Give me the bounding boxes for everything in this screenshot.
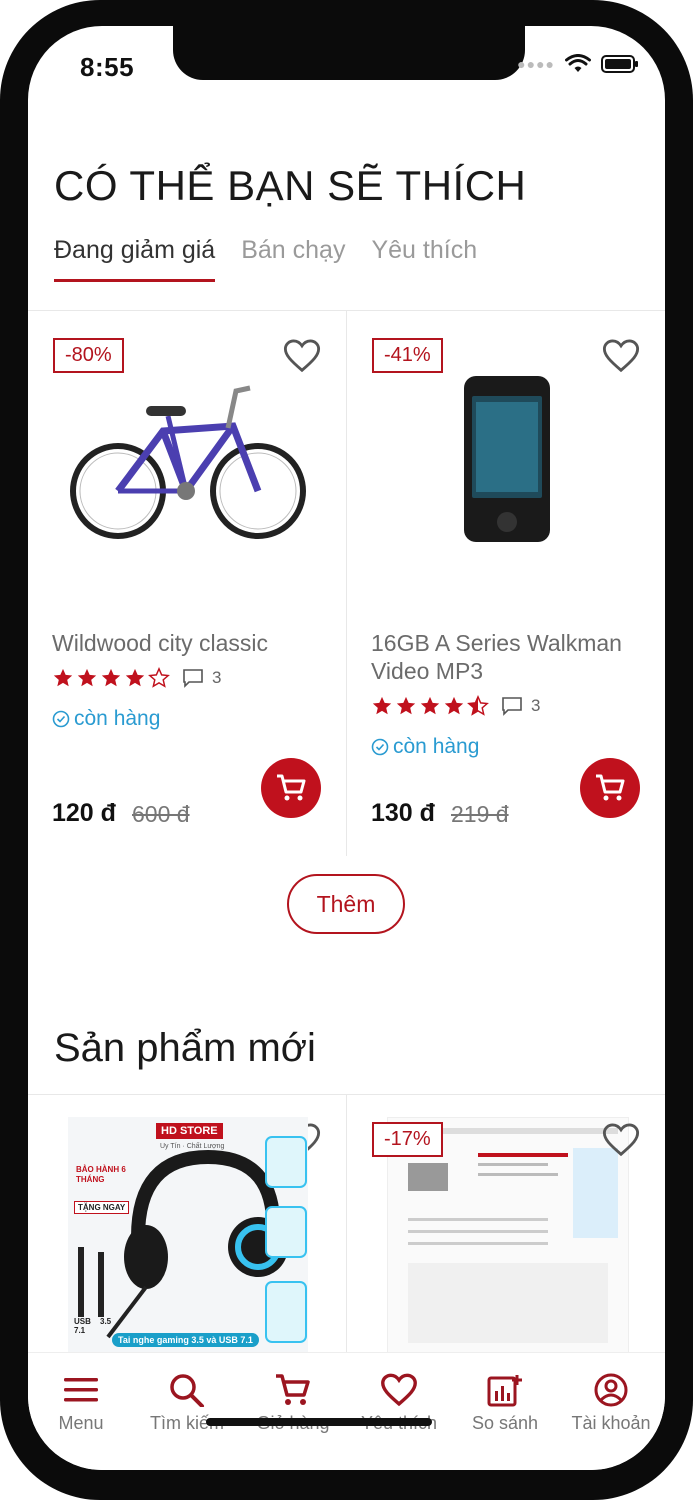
- star-icon: [396, 696, 416, 715]
- rating: 3: [371, 695, 540, 717]
- old-price: 600 đ: [132, 801, 190, 827]
- heart-icon: [381, 1373, 417, 1407]
- product-card[interactable]: -17%: [347, 1095, 665, 1355]
- check-circle-icon: [371, 738, 389, 756]
- usb-label: USB 7.1: [74, 1317, 91, 1335]
- star-half-icon: [467, 695, 489, 716]
- nav-compare[interactable]: So sánh: [452, 1373, 558, 1434]
- section-title: CÓ THỂ BẠN SẼ THÍCH: [54, 162, 527, 209]
- star-icon: [125, 668, 145, 687]
- heart-icon[interactable]: [602, 1122, 640, 1158]
- discount-badge: -17%: [372, 1122, 443, 1157]
- stock-label: còn hàng: [74, 707, 161, 730]
- price: 130 đ: [371, 799, 435, 827]
- heart-icon[interactable]: [283, 338, 321, 374]
- jack-label: 3.5: [100, 1317, 112, 1326]
- app-screen: 8:55 ●●●● CÓ THỂ BẠN SẼ THÍCH Đang giảm …: [28, 26, 665, 1470]
- star-icon: [77, 668, 97, 687]
- nav-label: Tài khoản: [571, 1413, 651, 1433]
- nav-account[interactable]: Tài khoản: [558, 1373, 664, 1434]
- home-indicator[interactable]: [206, 1418, 432, 1426]
- tab-favorites[interactable]: Yêu thích: [371, 236, 477, 282]
- star-icon: [372, 696, 392, 715]
- bicycle-image: [70, 385, 306, 539]
- review-count: 3: [531, 696, 541, 715]
- nav-label: So sánh: [471, 1413, 539, 1433]
- price: 120 đ: [52, 799, 116, 827]
- add-to-cart-button[interactable]: [580, 758, 640, 818]
- stock-status: còn hàng: [52, 707, 160, 731]
- new-products-title: Sản phẩm mới: [54, 1026, 316, 1070]
- star-icon: [53, 668, 73, 687]
- walkman-image: [464, 376, 550, 542]
- star-outline-icon: [148, 667, 170, 688]
- discount-badge: -80%: [53, 338, 124, 373]
- phone-frame: 8:55 ●●●● CÓ THỂ BẠN SẼ THÍCH Đang giảm …: [0, 0, 693, 1500]
- product-card[interactable]: -41% 16GB A Series Walkman Video MP3 3 c…: [347, 311, 665, 856]
- wifi-icon: [565, 54, 591, 72]
- compare-icon: [487, 1375, 522, 1407]
- star-icon: [420, 696, 440, 715]
- check-circle-icon: [52, 710, 70, 728]
- product-card[interactable]: HD STORE Uy Tín · Chất Lượng BẢO HÀNH 6 …: [28, 1095, 346, 1353]
- rating: 3: [52, 667, 221, 689]
- product-name[interactable]: Wildwood city classic: [52, 629, 327, 657]
- signal-icon: ●●●●: [517, 56, 555, 72]
- more-button[interactable]: Thêm: [287, 874, 405, 934]
- cart-icon: [277, 774, 306, 801]
- star-icon: [101, 668, 121, 687]
- heart-icon[interactable]: [602, 338, 640, 374]
- tab-best-selling[interactable]: Bán chạy: [241, 236, 345, 282]
- star-icon: [444, 696, 464, 715]
- menu-icon: [64, 1378, 98, 1402]
- add-to-cart-button[interactable]: [261, 758, 321, 818]
- stock-status: còn hàng: [371, 735, 479, 759]
- nav-label: Menu: [58, 1413, 104, 1433]
- headset-caption: Tai nghe gaming 3.5 và USB 7.1: [112, 1333, 259, 1347]
- battery-icon: [601, 55, 638, 73]
- cart-icon: [596, 774, 625, 801]
- tab-bar: Đang giảm giá Bán chạy Yêu thích: [54, 236, 477, 282]
- product-name[interactable]: 16GB A Series Walkman Video MP3: [371, 629, 646, 685]
- stock-label: còn hàng: [393, 735, 480, 758]
- tab-on-sale[interactable]: Đang giảm giá: [54, 236, 216, 282]
- cart-icon: [276, 1374, 310, 1405]
- review-count: 3: [212, 668, 222, 687]
- comment-icon: [183, 669, 203, 688]
- status-icons: ●●●●: [517, 54, 639, 74]
- bottom-nav: Menu Tìm kiếm Giỏ hàng Yêu thích: [28, 1352, 665, 1470]
- nav-menu[interactable]: Menu: [28, 1373, 134, 1434]
- account-icon: [594, 1373, 628, 1407]
- headset-image: HD STORE Uy Tín · Chất Lượng BẢO HÀNH 6 …: [68, 1117, 308, 1353]
- comment-icon: [502, 697, 522, 716]
- search-icon: [170, 1374, 204, 1407]
- notch: [173, 26, 525, 80]
- product-card[interactable]: -80% Wildwood city classic 3 còn hàng 12…: [28, 311, 346, 856]
- status-time: 8:55: [80, 52, 135, 82]
- discount-badge: -41%: [372, 338, 443, 373]
- old-price: 219 đ: [451, 801, 509, 827]
